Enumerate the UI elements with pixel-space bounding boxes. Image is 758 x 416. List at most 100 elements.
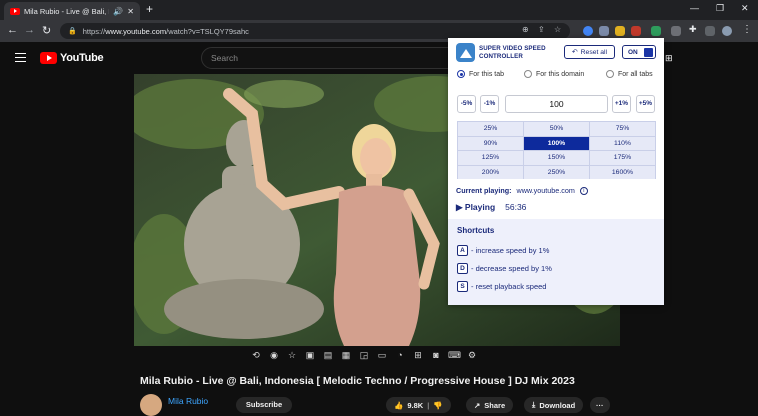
key-badge: A	[457, 245, 468, 256]
maximize-button[interactable]: ❐	[716, 3, 724, 14]
side-panel-icon[interactable]	[705, 26, 715, 36]
extension-icon[interactable]	[671, 26, 681, 36]
reset-all-button[interactable]: ↶ Reset all	[564, 45, 615, 59]
share-icon[interactable]: ⇪	[538, 25, 545, 34]
subscribe-button[interactable]: Subscribe	[236, 397, 292, 413]
preset-125[interactable]: 125%	[458, 151, 523, 165]
like-button[interactable]: 👍 9.8K | 👎	[386, 397, 451, 413]
preset-1600[interactable]: 1600%	[590, 165, 655, 179]
extension-icon[interactable]	[583, 26, 593, 36]
speed-controller-extension-icon[interactable]	[651, 26, 661, 36]
share-arrow-icon: ↗	[474, 400, 481, 410]
bookmark-star-icon[interactable]: ☆	[554, 25, 561, 34]
lock-icon: 🔒	[68, 28, 77, 35]
channel-avatar[interactable]	[140, 394, 162, 416]
decrease-1-button[interactable]: -1%	[480, 95, 499, 113]
download-button[interactable]: ⤓ Download	[524, 397, 584, 413]
speed-controller-popup: SUPER VIDEO SPEED CONTROLLER ↶ Reset all…	[448, 38, 664, 305]
extensions-puzzle-icon[interactable]: ✚	[689, 24, 699, 34]
current-playing: Current playing: www.youtube.com i	[456, 186, 588, 195]
search-input[interactable]: Search	[201, 47, 451, 69]
playing-status: ▶ Playing 56:36	[456, 202, 527, 212]
preset-100[interactable]: 100%	[524, 136, 589, 150]
preset-110[interactable]: 110%	[590, 136, 655, 150]
close-tab-icon[interactable]: ✕	[127, 7, 134, 16]
url-text: https://www.youtube.com/watch?v=TSLQY79s…	[82, 26, 249, 36]
key-badge: D	[457, 263, 468, 274]
scope-option-domain[interactable]: For this domain	[524, 70, 584, 78]
youtube-favicon-icon	[10, 7, 20, 15]
speed-preset-grid: 25% 50% 75% 90% 100% 110% 125% 150% 175%…	[457, 121, 656, 179]
extension-icon[interactable]	[599, 26, 609, 36]
resize-icon[interactable]: ◲	[358, 350, 370, 361]
info-icon[interactable]: i	[579, 186, 588, 195]
speed-controller-logo-icon	[456, 43, 475, 62]
increase-1-button[interactable]: +1%	[612, 95, 631, 113]
add-clip-icon[interactable]: ⊞	[412, 350, 424, 361]
preset-25[interactable]: 25%	[458, 122, 523, 136]
tab-title: Mila Rubio - Live @ Bali, Indo	[24, 6, 109, 16]
scope-option-tab[interactable]: For this tab	[457, 70, 504, 78]
screenshot-icon[interactable]: ▣	[304, 350, 316, 361]
video-title: Mila Rubio - Live @ Bali, Indonesia [ Me…	[140, 375, 575, 387]
preset-90[interactable]: 90%	[458, 136, 523, 150]
browser-tab-strip: Mila Rubio - Live @ Bali, Indo 🔊 ✕ + — ❐…	[0, 0, 758, 20]
shortcut-row: S - reset playback speed	[457, 281, 546, 292]
share-button[interactable]: ↗ Share	[466, 397, 514, 413]
thumbs-down-icon[interactable]: 👎	[433, 401, 442, 410]
install-app-icon[interactable]: ⊕	[522, 25, 529, 34]
youtube-logo[interactable]: YouTube	[40, 52, 104, 64]
radio-selected[interactable]	[457, 70, 465, 78]
back-button[interactable]: ←	[7, 24, 18, 36]
preset-175[interactable]: 175%	[590, 151, 655, 165]
key-badge: S	[457, 281, 468, 292]
thumbs-up-icon: 👍	[394, 400, 404, 410]
profile-avatar[interactable]	[722, 26, 732, 36]
browser-menu-icon[interactable]: ⋮	[742, 24, 752, 35]
preset-250[interactable]: 250%	[524, 165, 589, 179]
radio[interactable]	[524, 70, 532, 78]
speed-input[interactable]: 100	[505, 95, 608, 113]
radio[interactable]	[606, 70, 614, 78]
extension-icon[interactable]	[631, 26, 641, 36]
player-extra-controls: ⟲ ◉ ☆ ▣ ▤ ▦ ◲ ▭ ◔ ⊞ ◙ ⌨ ⚙	[250, 348, 478, 362]
settings-gear-icon[interactable]: ⚙	[466, 350, 478, 361]
browser-tab[interactable]: Mila Rubio - Live @ Bali, Indo 🔊 ✕	[4, 2, 140, 20]
filmstrip-icon[interactable]: ▦	[340, 350, 352, 361]
scope-option-all-tabs[interactable]: For all tabs	[606, 70, 653, 78]
download-icon: ⤓	[532, 400, 536, 409]
cinema-icon[interactable]: ▤	[322, 350, 334, 361]
extension-name: SUPER VIDEO SPEED CONTROLLER	[479, 45, 546, 60]
create-icon[interactable]: ⊞	[665, 53, 673, 64]
preset-150[interactable]: 150%	[524, 151, 589, 165]
shortcuts-title: Shortcuts	[457, 226, 495, 235]
more-actions-button[interactable]: ···	[590, 397, 610, 413]
close-window-button[interactable]: ✕	[741, 3, 749, 14]
forward-button[interactable]: →	[24, 24, 35, 36]
preset-200[interactable]: 200%	[458, 165, 523, 179]
favorite-star-icon[interactable]: ☆	[286, 350, 298, 361]
shortcuts-section: Shortcuts A - increase speed by 1% D - d…	[448, 219, 664, 305]
hamburger-menu-icon[interactable]	[15, 53, 26, 62]
channel-name[interactable]: Mila Rubio	[168, 396, 208, 406]
decrease-5-button[interactable]: -5%	[457, 95, 476, 113]
youtube-play-logo-icon	[40, 52, 57, 64]
new-tab-button[interactable]: +	[146, 2, 153, 16]
toggle-knob	[644, 48, 653, 57]
extension-icon[interactable]	[615, 26, 625, 36]
speed-gauge-icon[interactable]: ◔	[394, 350, 406, 360]
on-off-toggle[interactable]: ON	[622, 45, 656, 59]
pip-icon[interactable]: ▭	[376, 350, 388, 361]
undo-icon: ↶	[571, 49, 578, 56]
increase-5-button[interactable]: +5%	[636, 95, 655, 113]
loop-icon[interactable]: ⟲	[250, 350, 262, 361]
minimize-button[interactable]: —	[690, 3, 699, 13]
reload-button[interactable]: ↻	[42, 24, 51, 37]
audio-wave-icon[interactable]: ◉	[268, 350, 280, 361]
keyboard-icon[interactable]: ⌨	[448, 350, 461, 361]
address-bar[interactable]: 🔒 https://www.youtube.com/watch?v=TSLQY7…	[60, 23, 570, 39]
preset-50[interactable]: 50%	[524, 122, 589, 136]
camera-icon[interactable]: ◙	[430, 350, 442, 360]
audio-icon[interactable]: 🔊	[113, 7, 123, 16]
preset-75[interactable]: 75%	[590, 122, 655, 136]
